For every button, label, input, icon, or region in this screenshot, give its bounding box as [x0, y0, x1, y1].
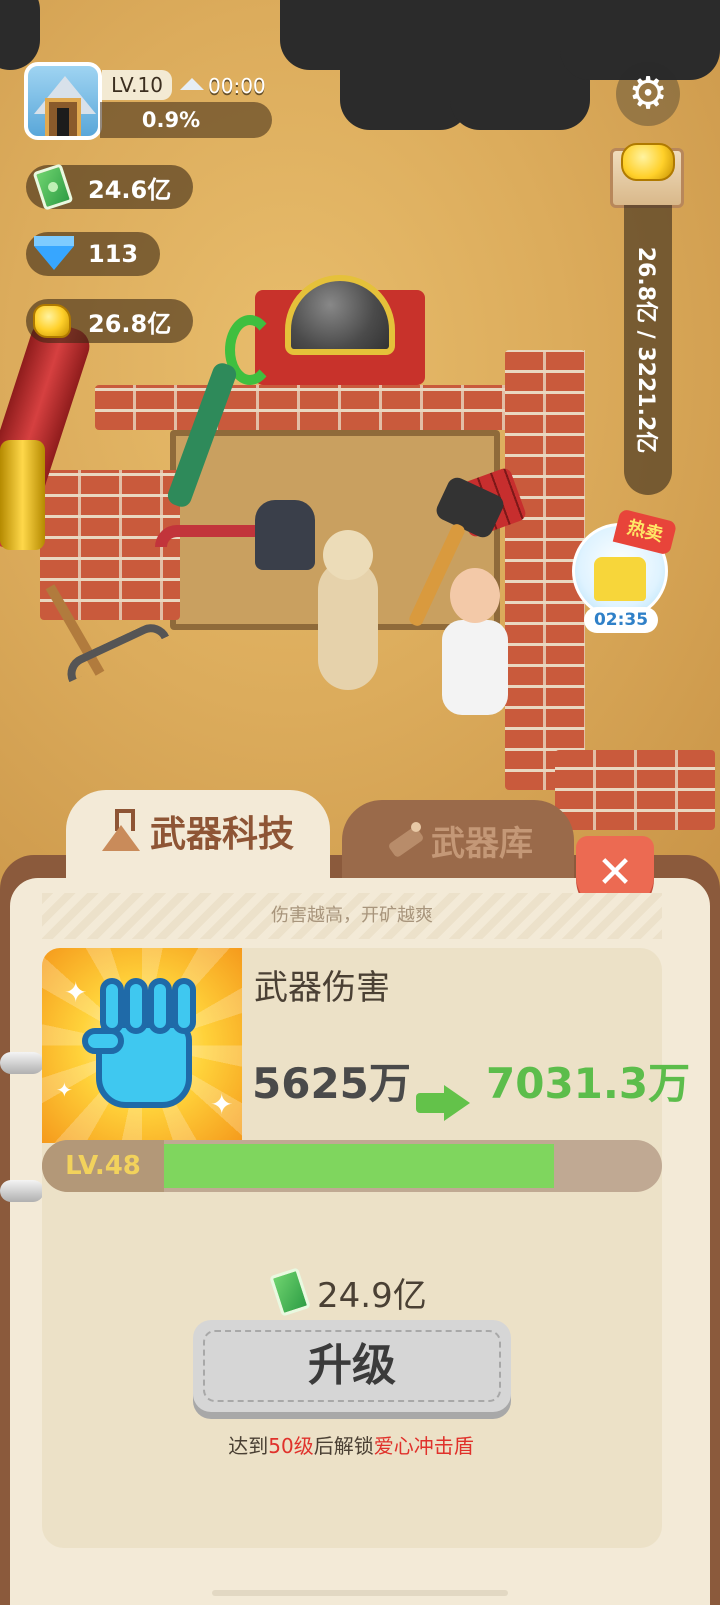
rock — [0, 0, 40, 70]
cash-icon — [32, 163, 74, 211]
cash-counter[interactable]: 24.6亿 — [26, 163, 194, 211]
gear-icon: ⚙ — [628, 68, 668, 119]
shirt-icon — [594, 557, 646, 601]
diamond-counter[interactable]: 113 — [26, 232, 161, 276]
weapon-icon-box: ✦ ✦ ✦ — [42, 948, 242, 1143]
upgrade-button[interactable]: 升级 — [193, 1320, 511, 1412]
gold-counter[interactable]: 26.8亿 — [26, 299, 194, 343]
arrow-right-icon — [416, 1085, 472, 1121]
stat-name: 武器伤害 — [254, 968, 390, 1008]
vault-capacity-bar: 26.8亿 / 3221.2亿 — [624, 205, 672, 495]
timer: 00:00 — [180, 72, 266, 100]
close-icon: ✕ — [596, 847, 634, 898]
unlock-middle: 后解锁 — [313, 1434, 374, 1458]
mummy-character — [318, 530, 378, 690]
upgrade-cost-value: 24.9亿 — [317, 1275, 427, 1316]
gold-vault-icon[interactable] — [610, 143, 684, 208]
tab-weapon-tech[interactable]: 武器科技 — [66, 790, 330, 890]
vault-capacity-text: 26.8亿 / 3221.2亿 — [633, 246, 658, 454]
binder-ring — [0, 1180, 44, 1202]
mine-progress: 0.9% — [100, 102, 272, 138]
settings-button[interactable]: ⚙ — [616, 62, 680, 126]
sparkle-icon: ✦ — [56, 1078, 73, 1102]
iron — [255, 500, 315, 570]
weapon-level: LV.48 — [42, 1140, 164, 1192]
unlock-level: 50级 — [268, 1434, 314, 1458]
tab-armory-label: 武器库 — [431, 823, 533, 864]
mountain-icon — [180, 78, 204, 90]
home-indicator[interactable] — [212, 1590, 508, 1596]
level-progress-fill — [164, 1144, 554, 1188]
tab-armory[interactable]: 武器库 — [342, 800, 574, 880]
tab-weapon-tech-label: 武器科技 — [149, 814, 294, 855]
gold-icon — [33, 304, 71, 338]
sparkle-icon: ✦ — [210, 1088, 234, 1121]
diamond-value: 113 — [88, 240, 139, 268]
brick-wall-corner — [555, 750, 715, 830]
panel-subtitle: 伤害越高，开矿越爽 — [42, 893, 662, 939]
unlock-item: 爱心冲击盾 — [373, 1434, 474, 1458]
level-progress-bar: LV.48 — [42, 1140, 662, 1192]
timer-text: 00:00 — [208, 74, 266, 98]
cash-value: 24.6亿 — [88, 175, 172, 204]
brick-wall-top — [95, 385, 515, 430]
mine-avatar-icon[interactable] — [24, 62, 102, 140]
machine-dome — [285, 275, 395, 355]
flask-icon — [101, 809, 140, 853]
unlock-prefix: 达到 — [228, 1434, 269, 1458]
player-level: LV.10 — [102, 70, 172, 100]
diamond-icon — [34, 236, 74, 270]
stat-next-value: 7031.3万 — [486, 1059, 691, 1108]
binder-ring — [0, 1052, 44, 1074]
gold-pipe — [0, 440, 45, 550]
hot-sale-countdown: 02:35 — [584, 607, 658, 633]
scientist-character — [442, 568, 508, 715]
cash-icon — [269, 1267, 311, 1317]
hot-sale-button[interactable]: 热卖 02:35 — [570, 508, 678, 633]
gold-value: 26.8亿 — [88, 309, 172, 338]
unlock-hint: 达到50级后解锁爱心冲击盾 — [0, 1430, 702, 1459]
fist-icon — [82, 978, 202, 1118]
stat-current-value: 5625万 — [252, 1059, 411, 1108]
upgrade-cost: 24.9亿 — [269, 1267, 427, 1317]
dynamite-icon — [383, 820, 423, 860]
